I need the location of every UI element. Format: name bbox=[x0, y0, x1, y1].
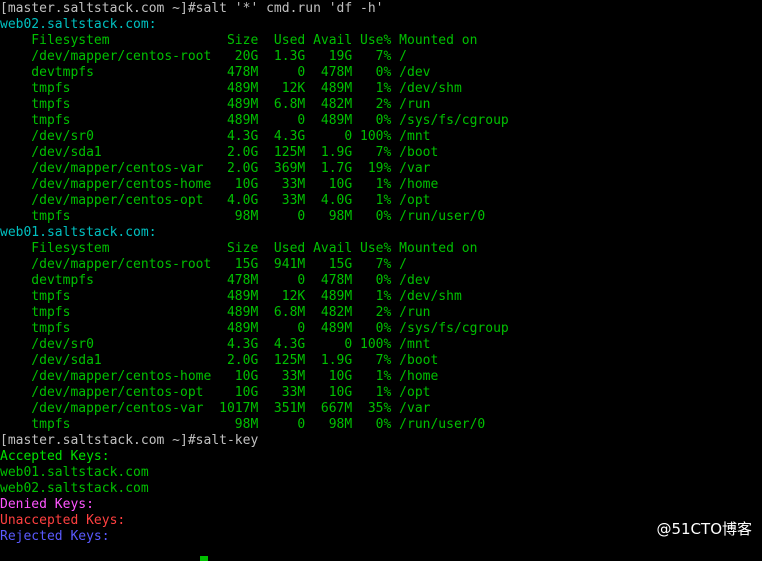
command-line: [master.saltstack.com ~]#salt-key bbox=[0, 433, 259, 448]
terminal-output-line: /dev/mapper/centos-var 1017M 351M 667M 3… bbox=[0, 401, 431, 416]
terminal-output-line: /dev/mapper/centos-var 2.0G 369M 1.7G 19… bbox=[0, 161, 431, 176]
watermark: @51CTO博客 bbox=[656, 520, 752, 538]
key-status-header: Denied Keys: bbox=[0, 497, 94, 512]
terminal-output-line: /dev/sda1 2.0G 125M 1.9G 7% /boot bbox=[0, 145, 439, 160]
terminal-output-line: Filesystem Size Used Avail Use% Mounted … bbox=[0, 33, 478, 48]
terminal-output-line: /dev/sr0 4.3G 4.3G 0 100% /mnt bbox=[0, 129, 431, 144]
terminal-output-line: devtmpfs 478M 0 478M 0% /dev bbox=[0, 273, 431, 288]
terminal-output-line: tmpfs 489M 12K 489M 1% /dev/shm bbox=[0, 289, 462, 304]
terminal-output-line: /dev/sr0 4.3G 4.3G 0 100% /mnt bbox=[0, 337, 431, 352]
terminal-output-line: /dev/mapper/centos-root 15G 941M 15G 7% … bbox=[0, 257, 407, 272]
terminal-output-line: /dev/mapper/centos-home 10G 33M 10G 1% /… bbox=[0, 177, 439, 192]
terminal-output-line: tmpfs 489M 0 489M 0% /sys/fs/cgroup bbox=[0, 321, 509, 336]
key-status-header: Unaccepted Keys: bbox=[0, 513, 126, 528]
key-status-header: Accepted Keys: bbox=[0, 449, 110, 464]
terminal-output-line: web02.saltstack.com bbox=[0, 481, 149, 496]
terminal-output-line: tmpfs 489M 0 489M 0% /sys/fs/cgroup bbox=[0, 113, 509, 128]
command-line: [master.saltstack.com ~]#salt '*' cmd.ru… bbox=[0, 1, 384, 16]
terminal-output-line: tmpfs 489M 6.8M 482M 2% /run bbox=[0, 305, 431, 320]
terminal-output-line: /dev/mapper/centos-root 20G 1.3G 19G 7% … bbox=[0, 49, 407, 64]
terminal-output-line: Filesystem Size Used Avail Use% Mounted … bbox=[0, 241, 478, 256]
terminal-output-line: tmpfs 489M 12K 489M 1% /dev/shm bbox=[0, 81, 462, 96]
terminal-output-line: tmpfs 98M 0 98M 0% /run/user/0 bbox=[0, 209, 486, 224]
terminal-output-line: /dev/mapper/centos-opt 4.0G 33M 4.0G 1% … bbox=[0, 193, 431, 208]
terminal-input-line[interactable] bbox=[0, 545, 762, 561]
terminal-window[interactable]: [master.saltstack.com ~]#salt '*' cmd.ru… bbox=[0, 1, 762, 561]
minion-id-line: web01.saltstack.com: bbox=[0, 225, 157, 240]
terminal-output: [master.saltstack.com ~]#salt '*' cmd.ru… bbox=[0, 1, 762, 545]
terminal-output-line: /dev/sda1 2.0G 125M 1.9G 7% /boot bbox=[0, 353, 439, 368]
key-status-header: Rejected Keys: bbox=[0, 529, 110, 544]
terminal-output-line: tmpfs 98M 0 98M 0% /run/user/0 bbox=[0, 417, 486, 432]
terminal-output-line: /dev/mapper/centos-opt 10G 33M 10G 1% /o… bbox=[0, 385, 431, 400]
terminal-cursor bbox=[200, 556, 208, 561]
minion-id-line: web02.saltstack.com: bbox=[0, 17, 157, 32]
terminal-output-line: /dev/mapper/centos-home 10G 33M 10G 1% /… bbox=[0, 369, 439, 384]
terminal-output-line: devtmpfs 478M 0 478M 0% /dev bbox=[0, 65, 431, 80]
terminal-output-line: web01.saltstack.com bbox=[0, 465, 149, 480]
terminal-output-line: tmpfs 489M 6.8M 482M 2% /run bbox=[0, 97, 431, 112]
